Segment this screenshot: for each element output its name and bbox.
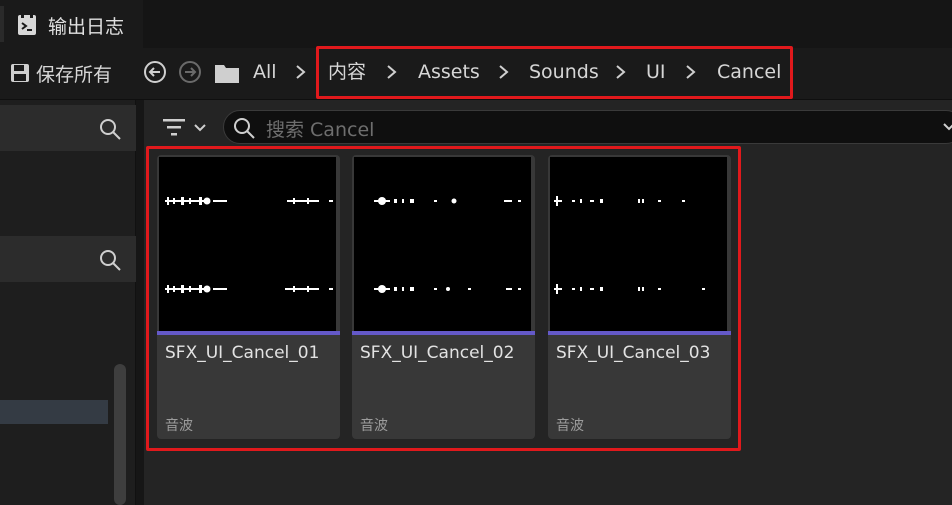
save-all-button[interactable]: 保存所有	[10, 58, 112, 88]
title-bar: 输出日志	[0, 0, 952, 48]
breadcrumb-all[interactable]: All	[253, 59, 277, 85]
panel-splitter[interactable]	[136, 100, 144, 505]
folder-icon	[215, 65, 239, 83]
search-icon	[234, 118, 255, 139]
save-icon	[11, 64, 29, 82]
asset-search-input[interactable]: 搜索 Cancel	[223, 110, 952, 144]
scrollbar[interactable]	[114, 364, 126, 505]
folder-search-bar[interactable]	[0, 105, 136, 151]
filter-icon[interactable]	[161, 114, 211, 142]
window-title: 输出日志	[48, 16, 125, 38]
breadcrumb-highlight	[316, 46, 793, 99]
selected-folder-row[interactable]	[0, 400, 108, 424]
search-icon[interactable]	[98, 248, 122, 272]
search-icon[interactable]	[98, 117, 122, 141]
search-placeholder: 搜索 Cancel	[266, 119, 375, 141]
chevron-right-icon[interactable]	[294, 61, 308, 83]
back-icon[interactable]	[143, 60, 167, 84]
output-log-icon	[18, 14, 36, 35]
save-all-label: 保存所有	[36, 63, 113, 86]
collection-search-bar[interactable]	[0, 236, 136, 282]
chevron-down-icon[interactable]	[942, 120, 952, 134]
asset-grid-highlight	[146, 146, 741, 451]
tab-accent	[0, 6, 4, 42]
sources-panel	[0, 100, 136, 505]
output-log-tab[interactable]: 输出日志	[0, 0, 143, 48]
forward-icon[interactable]	[178, 60, 202, 84]
